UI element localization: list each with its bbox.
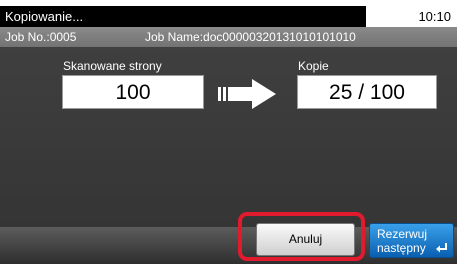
clock: 10:10 bbox=[368, 6, 457, 27]
copies-value: 25 / 100 bbox=[297, 75, 437, 109]
status-panel bbox=[0, 47, 457, 227]
right-arrow-icon bbox=[218, 79, 278, 114]
enter-icon bbox=[436, 242, 448, 257]
job-number: Job No.:0005 bbox=[5, 30, 77, 44]
screen-title: Kopiowanie... bbox=[0, 6, 366, 27]
reserve-next-label-1: Rezerwuj bbox=[377, 227, 428, 241]
job-name: Job Name:doc00000320131010101010 bbox=[145, 30, 356, 44]
job-info-bar: Job No.:0005 Job Name:doc000003201310101… bbox=[0, 27, 457, 47]
copies-label: Kopie bbox=[298, 59, 329, 73]
cancel-button-highlight bbox=[238, 212, 365, 261]
reserve-next-label-2: następny bbox=[377, 241, 426, 255]
scanned-pages-value: 100 bbox=[62, 75, 204, 109]
reserve-next-button[interactable]: Rezerwuj następny bbox=[369, 223, 454, 258]
scanned-pages-label: Skanowane strony bbox=[63, 59, 162, 73]
title-bar: Kopiowanie... 10:10 bbox=[0, 0, 457, 27]
